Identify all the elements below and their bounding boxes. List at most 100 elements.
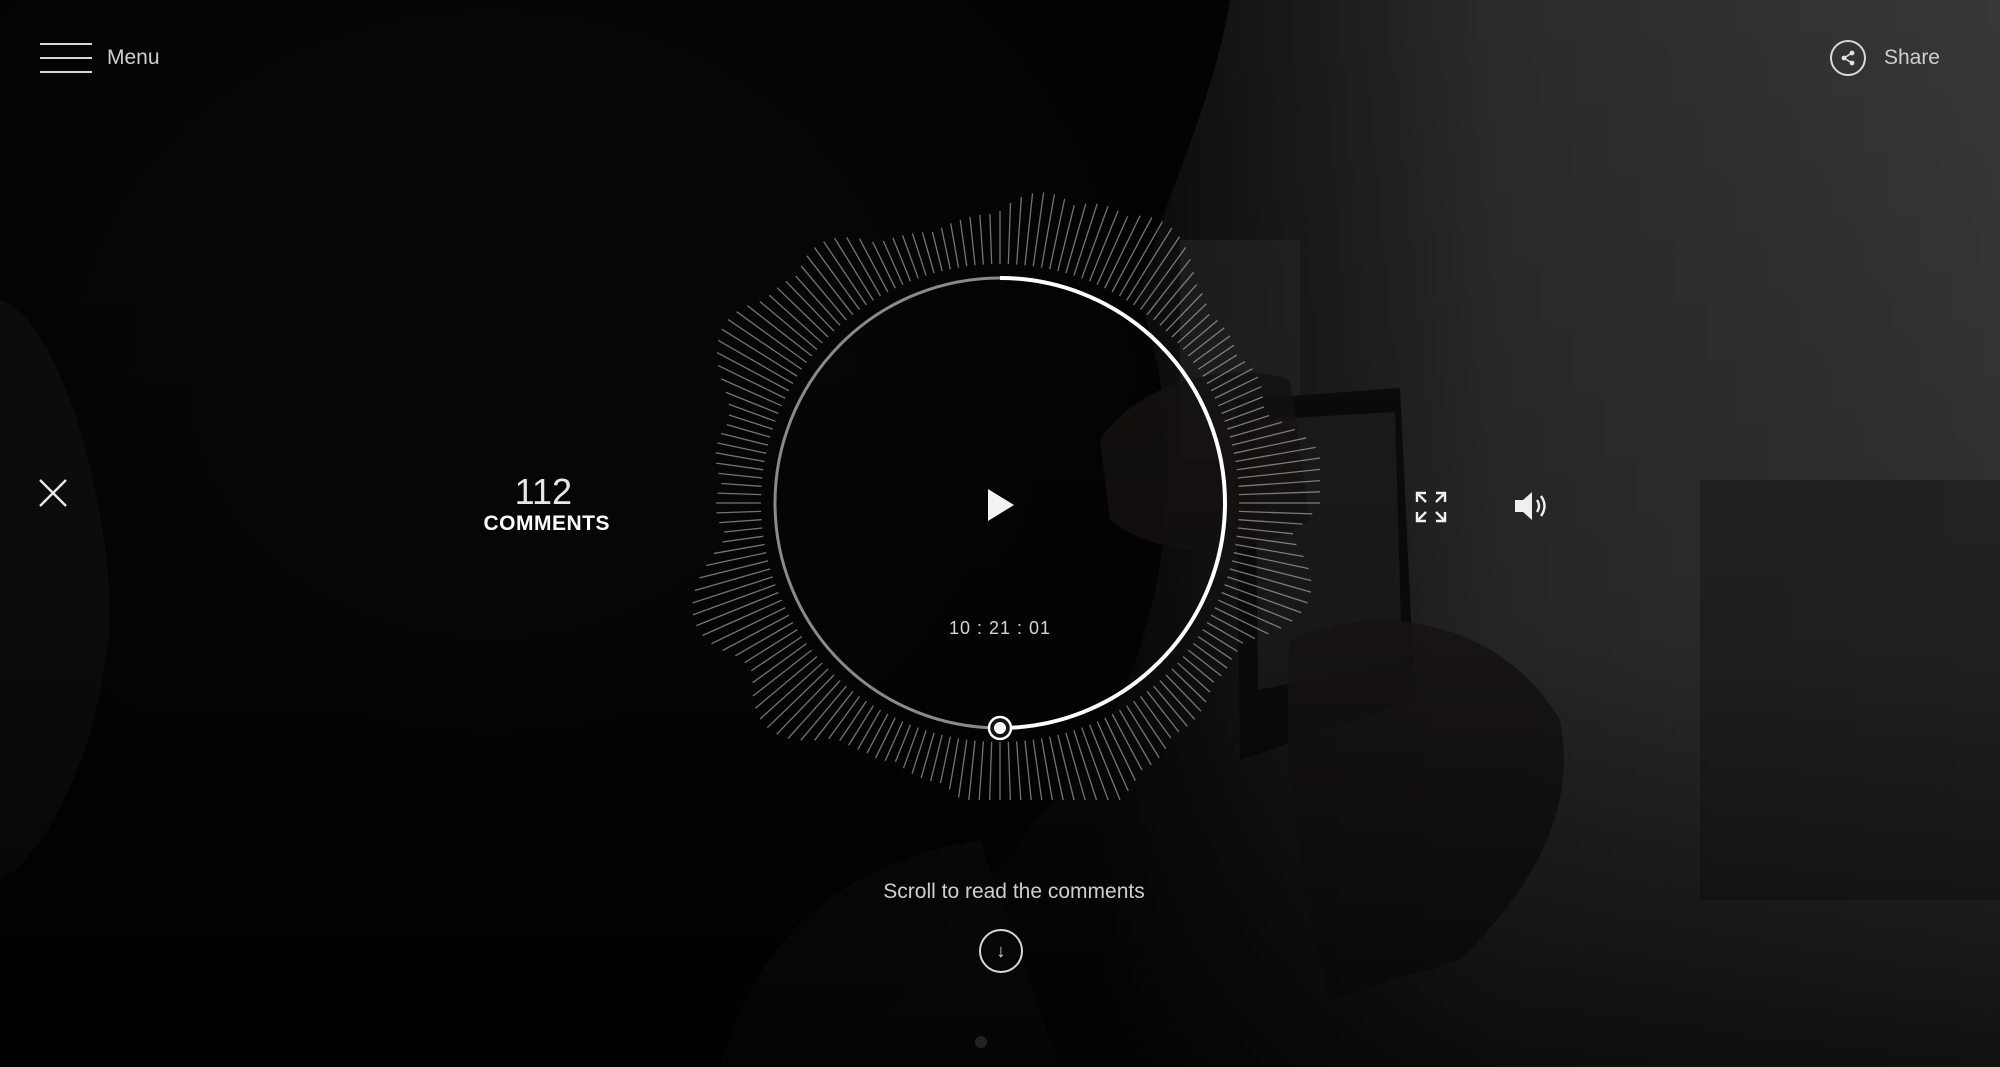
waveform-bar xyxy=(1024,193,1034,266)
waveform-bar xyxy=(717,442,767,454)
fullscreen-button[interactable] xyxy=(1414,490,1448,524)
waveform-bar xyxy=(694,568,771,592)
comments-count: 112 xyxy=(514,471,572,512)
comments-label: COMMENTS xyxy=(483,512,610,535)
waveform-bar xyxy=(930,734,943,782)
waveform-bar xyxy=(715,452,765,463)
waveform-bar xyxy=(711,607,786,645)
menu-button[interactable]: Menu xyxy=(40,40,160,76)
waveform-bar xyxy=(1146,258,1191,316)
waveform-bar xyxy=(800,265,847,321)
waveform-bar xyxy=(1210,614,1256,640)
waveform-bar xyxy=(1153,271,1195,321)
waveform-bar xyxy=(752,649,813,697)
waveform-bar xyxy=(1238,479,1320,487)
progress-handle[interactable] xyxy=(987,715,1013,741)
waveform-bar xyxy=(717,339,794,385)
waveform-bar xyxy=(1221,396,1263,415)
waveform-bar xyxy=(1206,621,1244,644)
waveform-bar xyxy=(776,287,829,338)
waveform-bar xyxy=(940,227,951,270)
hamburger-icon xyxy=(40,43,92,73)
waveform-bar xyxy=(716,462,764,471)
waveform-bar xyxy=(1214,376,1259,399)
waveform-bar xyxy=(1229,568,1312,593)
waveform-bar xyxy=(1238,491,1320,496)
waveform-bar xyxy=(1040,738,1054,800)
waveform-bar xyxy=(813,247,861,311)
waveform-bar xyxy=(968,740,976,800)
progress-arc xyxy=(999,276,1227,730)
menu-label: Menu xyxy=(107,46,160,69)
waveform-bar xyxy=(752,642,808,684)
waveform-bar xyxy=(1187,327,1225,357)
scroll-hint: Scroll to read the comments xyxy=(883,880,1145,903)
waveform-bar xyxy=(1133,236,1181,306)
waveform-bar xyxy=(718,472,763,479)
waveform-bar xyxy=(699,560,769,579)
pagination-dot xyxy=(975,1036,987,1048)
circular-player xyxy=(692,192,1320,800)
waveform-bar xyxy=(1118,221,1164,297)
comments-counter[interactable]: 112 COMMENTS xyxy=(420,472,610,536)
waveform-bar xyxy=(957,739,968,798)
waveform-bar xyxy=(728,403,776,422)
waveform-bar xyxy=(1007,741,1012,800)
waveform-bar xyxy=(1177,662,1211,693)
waveform-bar xyxy=(839,700,867,741)
arrow-down-icon: ↓ xyxy=(996,940,1006,961)
waveform-bar xyxy=(884,721,904,761)
waveform-bar xyxy=(939,736,951,784)
timecode: 10 : 21 : 01 xyxy=(948,618,1052,638)
waveform-bar xyxy=(1057,204,1075,272)
share-label: Share xyxy=(1883,46,1940,69)
waveform-bar xyxy=(768,294,823,344)
waveform-bar xyxy=(1237,527,1294,535)
waveform-bar xyxy=(989,213,993,265)
waveform-bar xyxy=(848,705,874,746)
waveform-bar xyxy=(931,231,943,272)
waveform-bar xyxy=(1238,519,1303,525)
close-icon xyxy=(39,479,67,507)
waveform-bar xyxy=(1182,320,1218,350)
waveform-bar xyxy=(1218,385,1262,407)
waveform-bar xyxy=(1049,736,1064,800)
waveform-bar xyxy=(1177,314,1210,344)
waveform-bar xyxy=(882,240,904,285)
waveform-bar xyxy=(872,241,896,289)
share-button[interactable]: Share xyxy=(1829,40,1940,76)
waveform-bar xyxy=(1237,468,1320,479)
waveform-bar xyxy=(795,275,841,326)
waveform-bar xyxy=(834,237,874,301)
waveform-bar xyxy=(754,656,818,709)
waveform-bar xyxy=(969,216,976,266)
scroll-down-button[interactable]: ↓ xyxy=(979,929,1023,973)
close-button[interactable] xyxy=(37,477,69,509)
waveform-bar xyxy=(901,235,919,279)
waveform-bar xyxy=(1016,196,1023,265)
waveform-bar xyxy=(719,519,762,524)
waveform-bar xyxy=(921,232,935,274)
waveform-bar xyxy=(787,680,841,739)
volume-button[interactable] xyxy=(1512,488,1552,524)
waveform-bar xyxy=(747,305,813,357)
waveform-bar xyxy=(1202,629,1238,652)
waveform-bar xyxy=(716,351,790,392)
fullscreen-icon xyxy=(1415,491,1447,523)
waveform-bar xyxy=(857,709,882,750)
waveform-bar xyxy=(948,738,960,790)
waveform-bar xyxy=(988,741,993,800)
waveform-bar xyxy=(785,280,835,332)
waveform-bar xyxy=(875,717,896,759)
waveform-bar xyxy=(866,713,889,754)
waveform-bar xyxy=(1187,649,1222,677)
waveform-bar xyxy=(1235,446,1316,463)
waveform-bar xyxy=(722,535,764,543)
waveform-bar xyxy=(1016,741,1022,800)
play-button[interactable] xyxy=(985,487,1017,523)
waveform-bar xyxy=(721,432,769,446)
waveform-bar xyxy=(723,527,763,533)
waveform-bar xyxy=(800,685,847,741)
waveform-bar xyxy=(1024,740,1032,800)
waveform-bar xyxy=(978,741,984,800)
